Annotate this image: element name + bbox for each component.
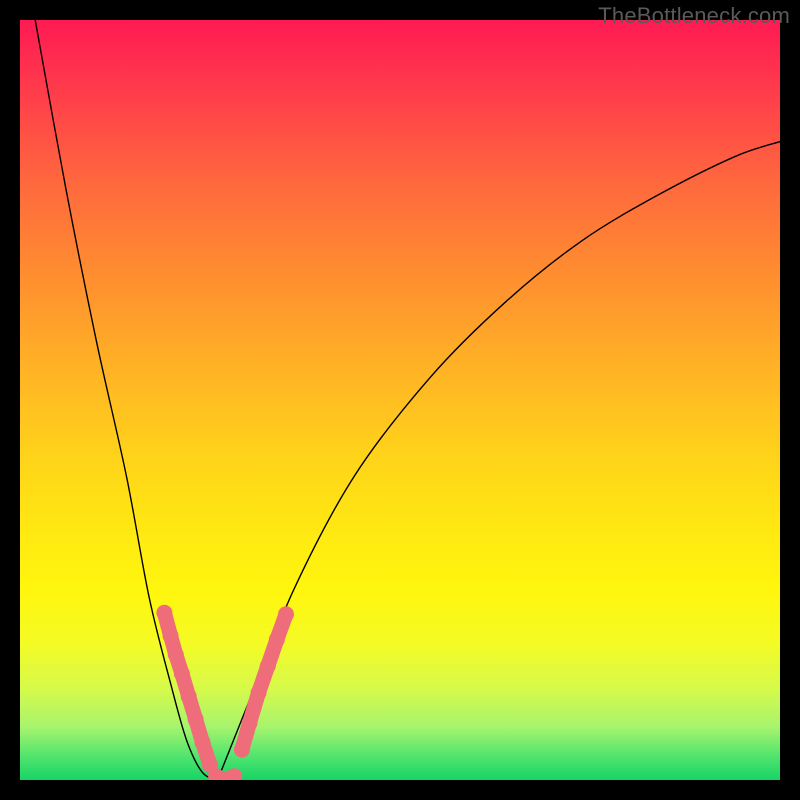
bead-markers bbox=[156, 605, 294, 780]
curve-svg bbox=[20, 20, 780, 780]
plot-area bbox=[20, 20, 780, 780]
chart-frame: TheBottleneck.com bbox=[0, 0, 800, 800]
bead-dot bbox=[260, 658, 276, 674]
bead-dot bbox=[234, 742, 250, 758]
bead-dot bbox=[163, 628, 179, 644]
bead-dot bbox=[156, 605, 172, 621]
bead-dot bbox=[181, 688, 197, 704]
bead-dot bbox=[269, 631, 285, 647]
curve-left-branch bbox=[35, 20, 217, 780]
bead-dot bbox=[226, 768, 242, 780]
bead-dot bbox=[251, 685, 267, 701]
curve-right-branch bbox=[218, 142, 780, 780]
watermark-text: TheBottleneck.com bbox=[598, 3, 790, 29]
bead-dot bbox=[194, 734, 210, 750]
bead-dot bbox=[168, 647, 184, 663]
bead-dot bbox=[188, 711, 204, 727]
bead-dot bbox=[174, 666, 190, 682]
bead-dot bbox=[278, 606, 294, 622]
bead-dot bbox=[242, 715, 258, 731]
